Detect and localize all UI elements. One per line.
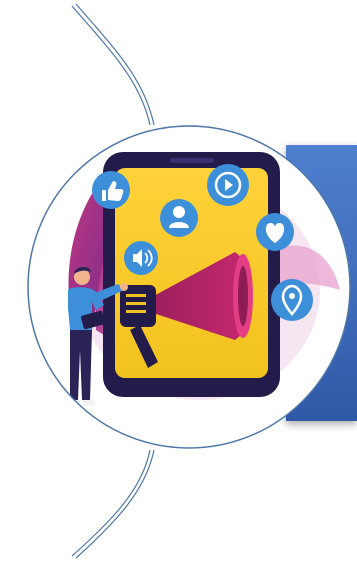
slide-canvas — [0, 0, 357, 564]
play-icon — [207, 164, 249, 206]
speaker-icon — [124, 241, 158, 275]
thumbs-up-icon — [92, 171, 130, 209]
location-pin-icon — [271, 279, 313, 321]
top-connector-line — [71, 3, 155, 126]
slide-graphics — [27, 3, 351, 559]
bottom-connector-line — [71, 449, 155, 559]
phone-speaker-slot — [170, 158, 214, 163]
user-icon — [160, 199, 198, 237]
heart-icon — [256, 213, 294, 251]
